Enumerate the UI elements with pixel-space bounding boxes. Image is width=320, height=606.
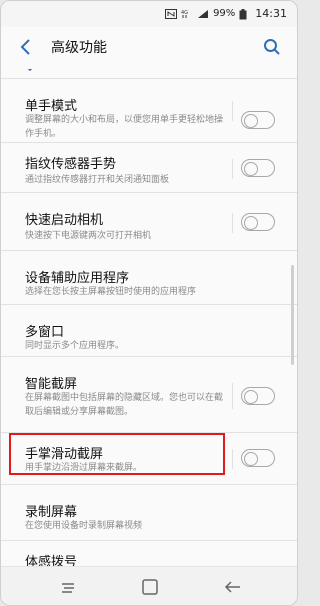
setting-subtitle: 选择在您长按主屏幕按钮时使用的应用程序 [25, 287, 197, 297]
status-bar: 4G 99% 14:31 [1, 1, 297, 27]
home-icon[interactable] [135, 575, 165, 599]
battery-icon [239, 8, 251, 19]
settings-list: 单手模式 调整屏幕的大小和布局，以便您用单手更轻松地操作手机。 指纹传感器手势 … [1, 69, 297, 566]
separator [232, 449, 233, 469]
smart-capture-toggle[interactable] [241, 387, 275, 405]
battery-percentage: 99% [213, 8, 236, 19]
one-handed-mode-toggle[interactable] [241, 111, 275, 129]
navigation-bar [1, 566, 297, 605]
scrollbar[interactable] [291, 265, 294, 365]
4g-icon: 4G [181, 9, 193, 19]
back-arrow-icon[interactable] [13, 35, 37, 59]
setting-title: 指纹传感器手势 [25, 157, 117, 172]
setting-subtitle: 同时显示多个应用程序。 [25, 341, 125, 351]
fingerprint-gestures-toggle[interactable] [241, 159, 275, 177]
search-icon[interactable] [259, 34, 285, 60]
highlight-frame [9, 433, 225, 475]
setting-title: 智能截屏 [25, 377, 78, 392]
setting-title: 单手模式 [25, 99, 78, 114]
setting-subtitle: 快速按下电源键两次可打开相机 [25, 231, 152, 241]
status-icons: 4G 99% 14:31 [165, 7, 287, 20]
page-title: 高级功能 [51, 40, 107, 56]
setting-title: 多窗口 [25, 325, 65, 340]
phone-screen: 4G 99% 14:31 高级功能 单手模式 调整屏幕的大小和布局，以便您用单手… [0, 0, 298, 606]
separator [232, 101, 233, 121]
setting-title: 录制屏幕 [25, 505, 78, 520]
separator [232, 159, 233, 179]
list-item-partial-top [1, 69, 297, 79]
setting-smart-capture[interactable]: 智能截屏 在屏幕截图中包括屏幕的隐藏区域。您也可以在截取后编辑或分享屏幕截图。 [1, 357, 297, 433]
signal-icon [197, 9, 209, 19]
setting-one-handed-mode[interactable]: 单手模式 调整屏幕的大小和布局，以便您用单手更轻松地操作手机。 [1, 79, 297, 143]
setting-record-screen[interactable]: 录制屏幕 在您使用设备时录制屏幕视频 [1, 485, 297, 541]
setting-quick-launch-camera[interactable]: 快速启动相机 快速按下电源键两次可打开相机 [1, 193, 297, 251]
setting-title: 设备辅助应用程序 [25, 271, 130, 286]
setting-subtitle: 通过指纹传感器打开和关闭通知面板 [25, 175, 170, 185]
setting-device-assistance-app[interactable]: 设备辅助应用程序 选择在您长按主屏幕按钮时使用的应用程序 [1, 251, 297, 305]
setting-subtitle: 在您使用设备时录制屏幕视频 [25, 521, 143, 531]
clock: 14:31 [255, 7, 287, 20]
chevron-down-icon [25, 69, 35, 76]
palm-swipe-capture-toggle[interactable] [241, 449, 275, 467]
setting-motion-dial[interactable]: 体感拨号 [1, 541, 297, 566]
setting-title: 体感拨号 [25, 555, 78, 566]
quick-launch-camera-toggle[interactable] [241, 213, 275, 231]
svg-text:4G: 4G [181, 10, 188, 16]
setting-subtitle: 在屏幕截图中包括屏幕的隐藏区域。您也可以在截取后编辑或分享屏幕截图。 [25, 393, 224, 417]
app-bar: 高级功能 [1, 27, 297, 67]
setting-fingerprint-gestures[interactable]: 指纹传感器手势 通过指纹传感器打开和关闭通知面板 [1, 143, 297, 193]
nfc-icon [165, 8, 178, 19]
separator [232, 213, 233, 233]
setting-subtitle: 调整屏幕的大小和布局，以便您用单手更轻松地操作手机。 [25, 115, 224, 139]
separator [232, 383, 233, 409]
back-icon[interactable] [217, 575, 247, 599]
setting-multi-window[interactable]: 多窗口 同时显示多个应用程序。 [1, 305, 297, 357]
recent-apps-icon[interactable] [53, 575, 83, 599]
setting-title: 快速启动相机 [25, 213, 104, 228]
